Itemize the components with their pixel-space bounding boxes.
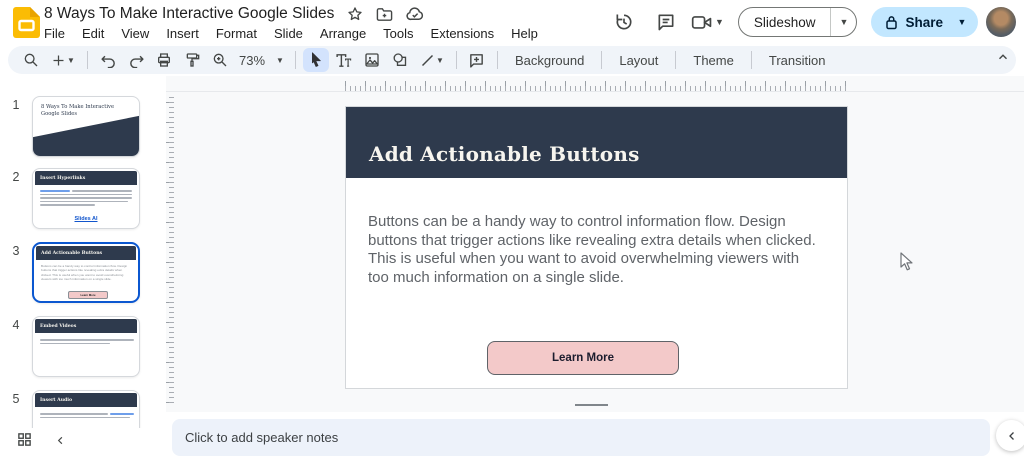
- sidebar-toggle-button[interactable]: [996, 420, 1024, 451]
- layout-button[interactable]: Layout: [609, 53, 668, 68]
- zoom-in-icon[interactable]: [207, 48, 233, 72]
- notes-resize-handle[interactable]: [575, 404, 608, 406]
- speaker-notes-input[interactable]: Click to add speaker notes: [172, 419, 990, 456]
- mouse-cursor: [900, 252, 913, 271]
- zoom-level-select[interactable]: 73% ▼: [235, 53, 288, 68]
- speaker-notes-placeholder: Click to add speaker notes: [185, 430, 338, 445]
- chevron-down-icon[interactable]: ▼: [715, 18, 724, 27]
- cloud-status-icon[interactable]: [406, 7, 424, 21]
- theme-button[interactable]: Theme: [683, 53, 743, 68]
- star-icon[interactable]: [347, 6, 363, 22]
- version-history-icon[interactable]: [607, 5, 641, 39]
- slideshow-button[interactable]: Slideshow ▼: [738, 7, 858, 37]
- slides-ai-link: Slides AI: [33, 216, 139, 222]
- select-tool[interactable]: [303, 48, 329, 72]
- new-slide-button[interactable]: ▼: [46, 48, 80, 72]
- join-call-button[interactable]: ▼: [691, 13, 724, 31]
- insert-comment-tool[interactable]: [464, 48, 490, 72]
- current-slide[interactable]: Add Actionable Buttons Buttons can be a …: [345, 106, 848, 389]
- menu-arrange[interactable]: Arrange: [320, 26, 366, 41]
- undo-icon[interactable]: [95, 48, 121, 72]
- slide-thumbnail-3-selected[interactable]: Add Actionable Buttons Buttons can be a …: [32, 242, 140, 303]
- insert-line-tool[interactable]: ▼: [415, 48, 449, 72]
- transition-button[interactable]: Transition: [759, 53, 836, 68]
- slideshow-label[interactable]: Slideshow: [739, 8, 831, 36]
- collapse-toolbar-icon[interactable]: [996, 50, 1010, 64]
- lock-icon: [885, 15, 898, 30]
- paint-format-icon[interactable]: [179, 48, 205, 72]
- top-bar: 8 Ways To Make Interactive Google Slides…: [0, 0, 1024, 44]
- google-slides-logo[interactable]: [13, 7, 40, 38]
- filmstrip-collapse-icon[interactable]: [52, 432, 68, 448]
- menu-format[interactable]: Format: [216, 26, 257, 41]
- insert-shape-tool[interactable]: [387, 48, 413, 72]
- share-button[interactable]: Share ▼: [871, 7, 978, 37]
- insert-image-tool[interactable]: [359, 48, 385, 72]
- share-label: Share: [905, 15, 943, 30]
- menu-view[interactable]: View: [121, 26, 149, 41]
- zoom-level-value: 73%: [239, 53, 265, 68]
- menu-edit[interactable]: Edit: [82, 26, 104, 41]
- share-dropdown[interactable]: ▼: [950, 18, 974, 27]
- menus-search-icon[interactable]: [18, 48, 44, 72]
- learn-more-button[interactable]: Learn More: [487, 341, 679, 375]
- toolbar: ▼ 73% ▼: [0, 44, 1024, 76]
- menu-tools[interactable]: Tools: [383, 26, 413, 41]
- menu-extensions[interactable]: Extensions: [431, 26, 495, 41]
- menu-file[interactable]: File: [44, 26, 65, 41]
- move-folder-icon[interactable]: [376, 7, 393, 22]
- slideshow-dropdown[interactable]: ▼: [830, 8, 856, 36]
- redo-icon[interactable]: [123, 48, 149, 72]
- vertical-ruler: [166, 93, 174, 403]
- slide-number: 2: [0, 168, 32, 229]
- slide-number: 3: [0, 242, 32, 303]
- comments-icon[interactable]: [649, 5, 683, 39]
- slide-thumbnail-1[interactable]: 8 Ways To Make Interactive Google Slides: [32, 96, 140, 157]
- slide-thumbnail-4[interactable]: Embed Videos: [32, 316, 140, 377]
- slide-body-text[interactable]: Buttons can be a handy way to control in…: [368, 213, 816, 287]
- horizontal-ruler: [166, 76, 1024, 92]
- menu-insert[interactable]: Insert: [166, 26, 199, 41]
- slide-title-bar[interactable]: Add Actionable Buttons: [346, 107, 847, 178]
- print-icon[interactable]: [151, 48, 177, 72]
- grid-view-icon[interactable]: [17, 432, 32, 447]
- slide-number: 4: [0, 316, 32, 377]
- menu-help[interactable]: Help: [511, 26, 538, 41]
- text-box-tool[interactable]: [331, 48, 357, 72]
- slide-canvas[interactable]: Add Actionable Buttons Buttons can be a …: [166, 76, 1024, 412]
- speaker-notes-bar: Click to add speaker notes: [166, 412, 1024, 466]
- user-avatar[interactable]: [986, 7, 1016, 37]
- background-button[interactable]: Background: [505, 53, 594, 68]
- slide-title[interactable]: Add Actionable Buttons: [369, 142, 640, 166]
- document-title[interactable]: 8 Ways To Make Interactive Google Slides: [44, 5, 334, 23]
- menu-slide[interactable]: Slide: [274, 26, 303, 41]
- slide-number: 1: [0, 96, 32, 157]
- slide-thumbnail-2[interactable]: Insert Hyperlinks Slides AI: [32, 168, 140, 229]
- slide-filmstrip: 1 8 Ways To Make Interactive Google Slid…: [0, 76, 166, 466]
- menu-bar: File Edit View Insert Format Slide Arran…: [44, 26, 538, 41]
